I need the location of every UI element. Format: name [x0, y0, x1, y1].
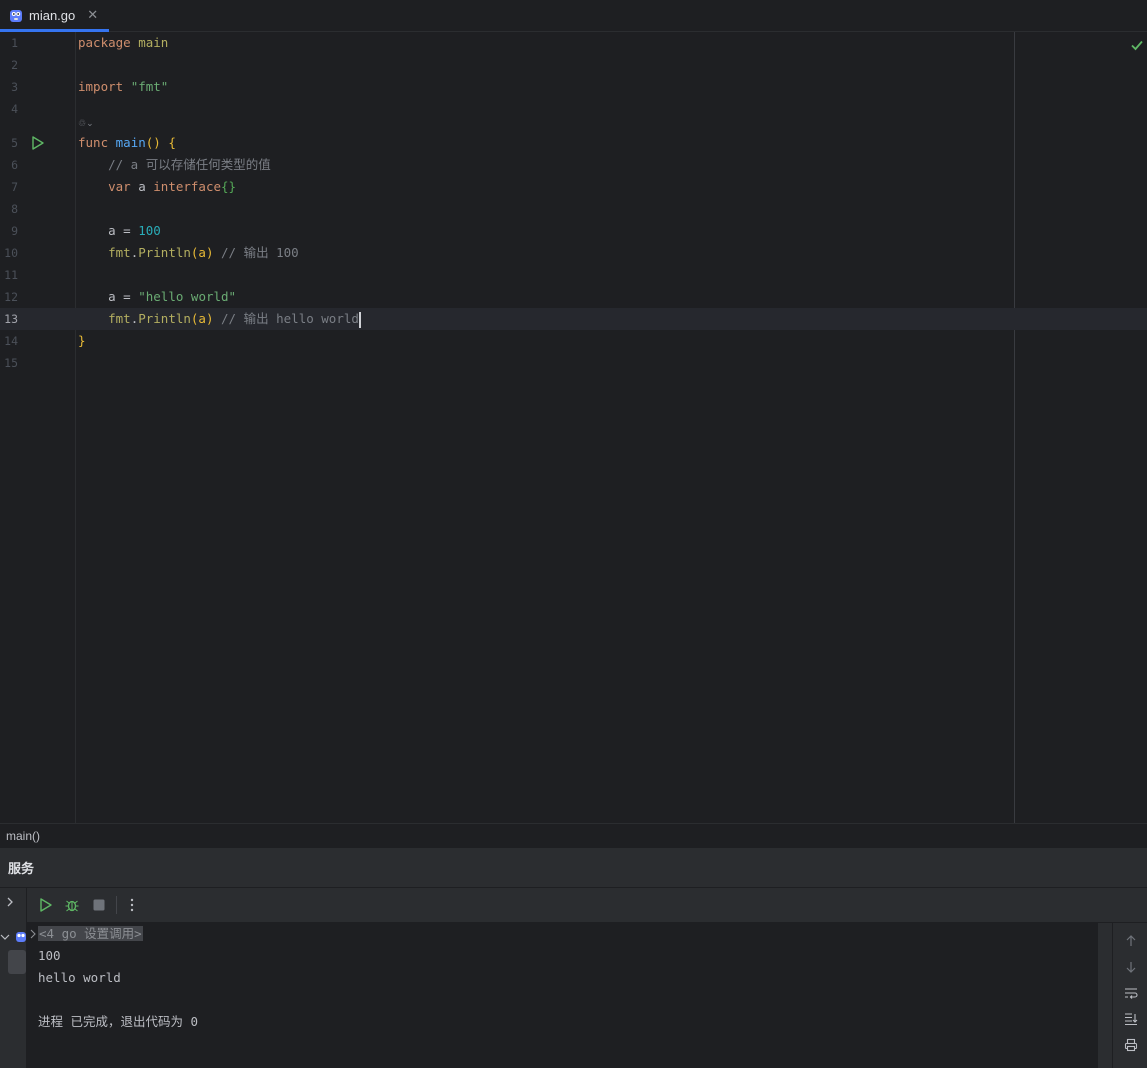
call-args: (a) — [190, 311, 214, 326]
code-line[interactable]: 8 — [0, 198, 1147, 220]
services-panel-header: 服务 — [0, 848, 1147, 888]
go-gopher-icon — [10, 9, 22, 22]
operator: = — [123, 289, 131, 304]
code-line[interactable]: 1 package main — [0, 32, 1147, 54]
paren: () — [145, 135, 161, 150]
variable: a — [108, 223, 116, 238]
stop-icon[interactable] — [91, 897, 107, 913]
print-icon[interactable] — [1124, 1038, 1138, 1052]
package-ref: fmt — [108, 245, 131, 260]
variable: a — [138, 179, 146, 194]
console-line: 进程 已完成，退出代码为 0 — [38, 1014, 199, 1029]
services-panel-title: 服务 — [8, 862, 35, 877]
line-number: 15 — [4, 356, 18, 370]
package-ref: fmt — [108, 311, 131, 326]
number-literal: 100 — [138, 223, 161, 238]
comment: // a 可以存储任何类型的值 — [108, 157, 271, 172]
chevron-down-icon[interactable] — [0, 932, 10, 942]
code-line[interactable]: 3 import "fmt" — [0, 76, 1147, 98]
run-icon[interactable] — [38, 897, 54, 913]
chevron-right-icon[interactable] — [29, 929, 37, 939]
tab-label: mian.go — [29, 8, 76, 23]
run-gutter-icon[interactable] — [31, 132, 45, 154]
code-line[interactable]: 14 } — [0, 330, 1147, 352]
services-toolbar — [27, 888, 1147, 923]
text-caret — [358, 311, 361, 328]
call-args: (a) — [190, 245, 214, 260]
line-number: 14 — [4, 334, 18, 348]
line-number: 11 — [4, 268, 18, 282]
go-gopher-icon — [16, 932, 26, 942]
services-panel: <4 go 设置调用> 100 hello world 进程 已完成，退出代码为… — [0, 888, 1147, 1068]
line-number: 2 — [11, 58, 18, 72]
variable: a — [108, 289, 116, 304]
code-line[interactable]: 5 func main() { — [0, 132, 1147, 154]
console-line: 100 — [38, 948, 61, 963]
inlay-hint[interactable]: ♲⌄ — [78, 118, 94, 130]
function-call: Println — [138, 311, 191, 326]
line-number: 4 — [11, 102, 18, 116]
brace: {} — [221, 179, 237, 194]
code-line[interactable]: 10 fmt.Println(a) // 输出 100 — [0, 242, 1147, 264]
code-line[interactable]: 11 — [0, 264, 1147, 286]
more-options-icon[interactable] — [124, 897, 140, 913]
string-literal: "hello world" — [138, 289, 237, 304]
console-side-toolbar — [1112, 923, 1147, 1068]
code-line[interactable]: 12 a = "hello world" — [0, 286, 1147, 308]
arrow-up-icon[interactable] — [1124, 934, 1138, 948]
scroll-to-end-icon[interactable] — [1124, 1012, 1138, 1026]
package-name: main — [138, 35, 169, 50]
console-scrollbar[interactable] — [1098, 923, 1112, 1068]
console-command[interactable]: <4 go 设置调用> — [38, 926, 143, 941]
breadcrumb-item-main[interactable]: main() — [6, 829, 40, 843]
line-number: 6 — [11, 158, 18, 172]
keyword: interface — [153, 179, 222, 194]
operator: = — [123, 223, 131, 238]
keyword: func — [78, 135, 109, 150]
string-literal: "fmt" — [130, 79, 169, 94]
line-number: 10 — [4, 246, 18, 260]
console-command-line: <4 go 设置调用> — [38, 923, 143, 945]
tree-item-selected[interactable] — [8, 950, 26, 974]
brace: } — [78, 333, 86, 348]
keyword: var — [108, 179, 131, 194]
code-line[interactable]: 6 // a 可以存储任何类型的值 — [0, 154, 1147, 176]
code-line[interactable]: 2 — [0, 54, 1147, 76]
line-number: 9 — [11, 224, 18, 238]
arrow-down-icon[interactable] — [1124, 960, 1138, 974]
keyword: package — [78, 35, 131, 50]
code-line[interactable]: 15 — [0, 352, 1147, 374]
line-number: 1 — [11, 36, 18, 50]
current-code-line[interactable]: 13 fmt.Println(a) // 输出 hello world — [0, 308, 1147, 330]
line-number: 8 — [11, 202, 18, 216]
keyword: import — [78, 79, 124, 94]
brace: { — [168, 135, 176, 150]
close-icon[interactable]: ✕ — [87, 8, 98, 23]
services-tree — [0, 888, 27, 1068]
line-number: 7 — [11, 180, 18, 194]
line-number: 5 — [11, 136, 18, 150]
chevron-right-icon[interactable] — [4, 896, 16, 908]
function-call: Println — [138, 245, 191, 260]
code-editor[interactable]: 1 package main 2 3 import "fmt" 4 ♲⌄ 5 f… — [0, 32, 1147, 823]
line-number: 12 — [4, 290, 18, 304]
line-number: 3 — [11, 80, 18, 94]
editor-tab-bar: mian.go ✕ — [0, 0, 1147, 32]
console-line: hello world — [38, 970, 121, 985]
comment: // 输出 hello world — [221, 311, 359, 326]
code-line[interactable]: 7 var a interface{} — [0, 176, 1147, 198]
debug-icon[interactable] — [64, 897, 80, 913]
soft-wrap-icon[interactable] — [1124, 986, 1138, 1000]
line-number: 13 — [4, 312, 18, 326]
code-line[interactable]: 4 — [0, 98, 1147, 120]
comment: // 输出 100 — [221, 245, 299, 260]
toolbar-separator — [116, 896, 117, 914]
tab-mian-go[interactable]: mian.go ✕ — [0, 0, 109, 32]
console-output[interactable]: <4 go 设置调用> 100 hello world 进程 已完成，退出代码为… — [27, 923, 1098, 1068]
code-line[interactable]: 9 a = 100 — [0, 220, 1147, 242]
breadcrumb: main() — [0, 823, 1147, 848]
function-name: main — [115, 135, 146, 150]
